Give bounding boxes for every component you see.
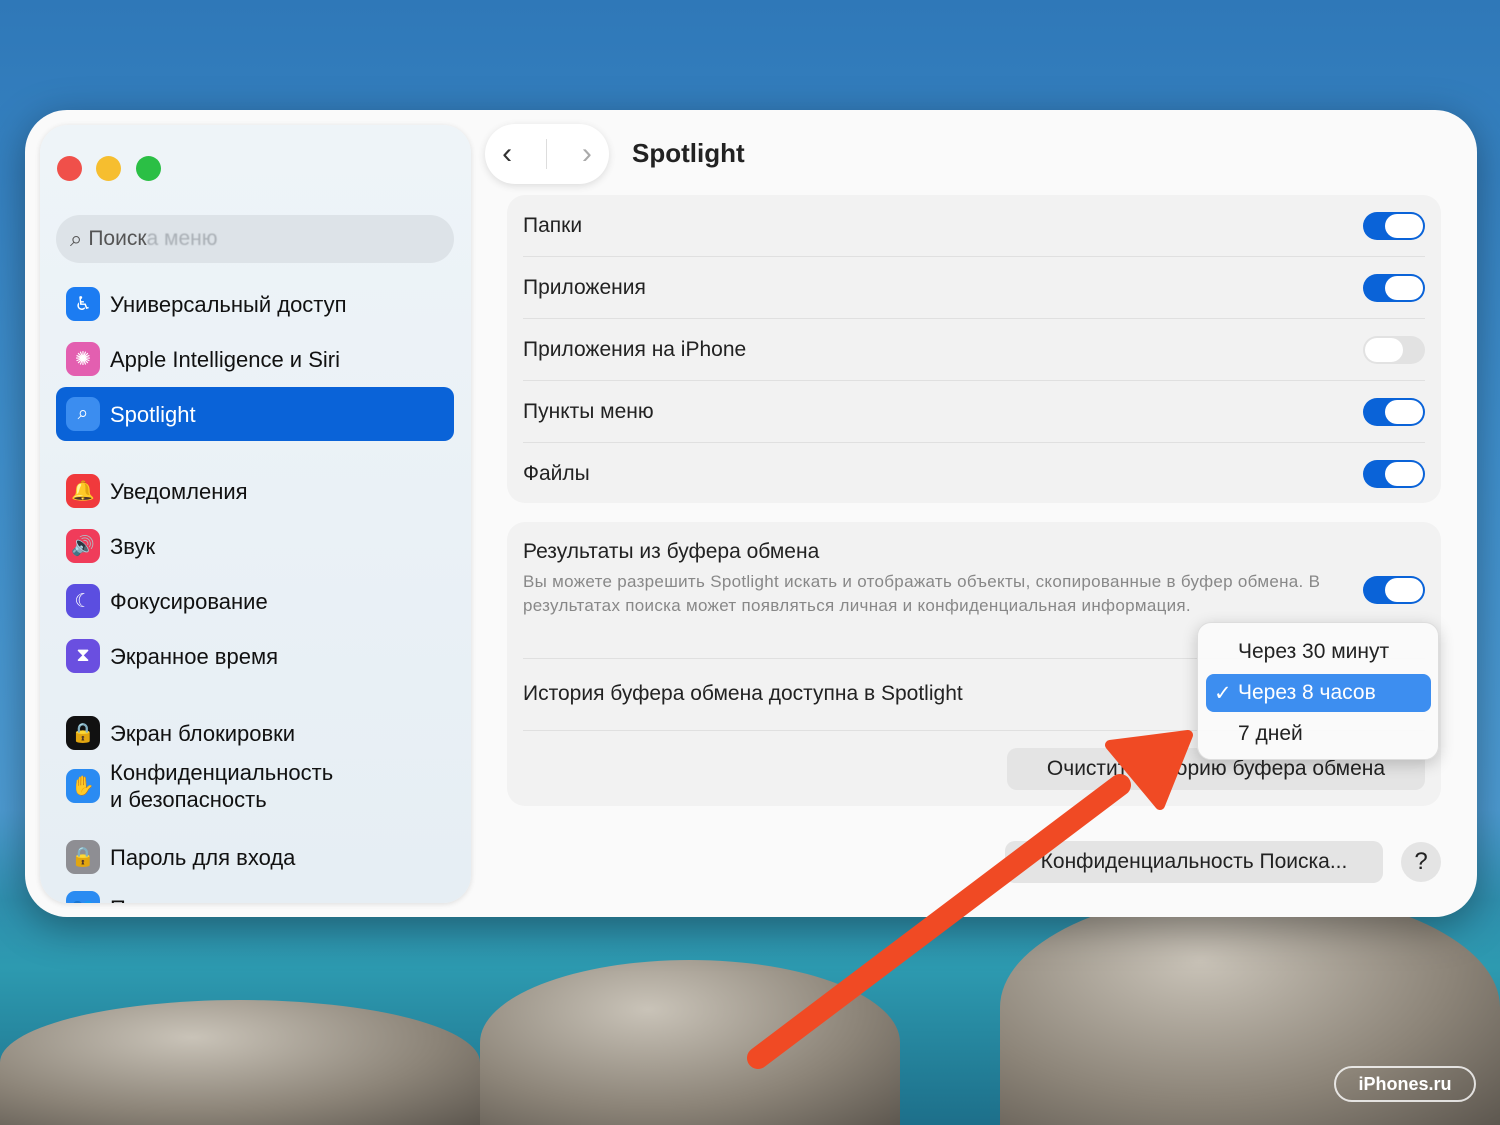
watermark: iPhones.ru <box>1334 1066 1476 1102</box>
annotation-arrow <box>747 730 1193 1069</box>
arrow-shaft <box>747 774 1131 1069</box>
